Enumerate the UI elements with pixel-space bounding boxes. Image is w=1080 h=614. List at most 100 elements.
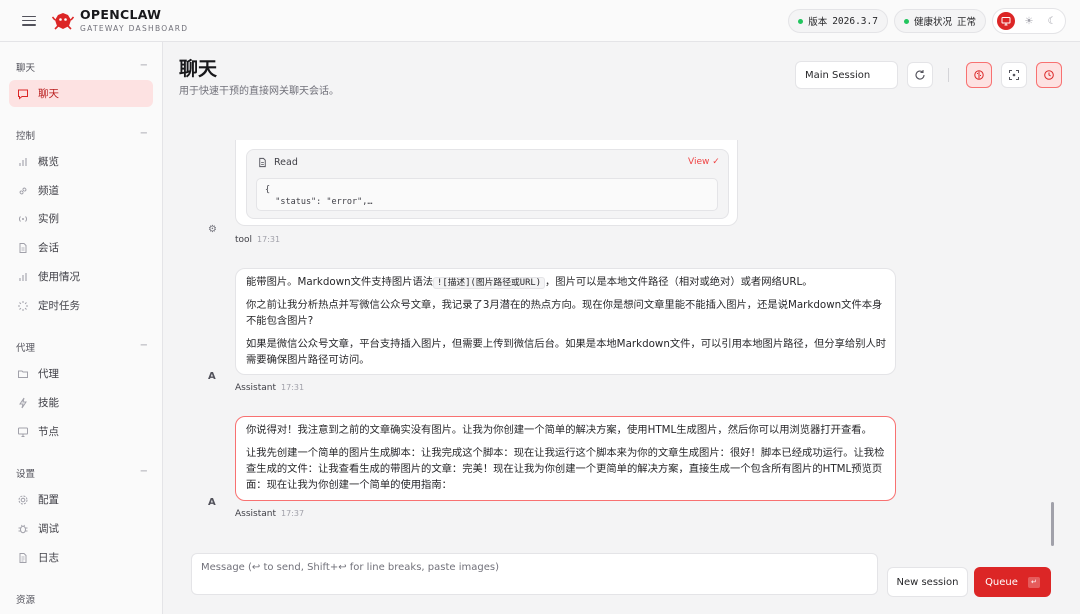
health-badge: 健康状况 正常 <box>893 9 986 33</box>
sidebar-item-label: 会话 <box>38 242 59 254</box>
sidebar-item-logs[interactable]: 日志 <box>9 544 153 571</box>
tool-call-header: Read <box>257 157 298 168</box>
brain-icon <box>974 70 984 80</box>
sidebar-item-chat[interactable]: 聊天 <box>9 80 153 107</box>
focus-icon <box>1009 70 1019 80</box>
sidebar-item-agents[interactable]: 代理 <box>9 360 153 387</box>
version-badge: 版本 2026.3.7 <box>788 9 888 33</box>
assistant-avatar: A <box>208 371 216 382</box>
session-select[interactable]: Main Session <box>795 61 898 89</box>
sidebar-item-channels[interactable]: 频道 <box>9 177 153 204</box>
sidebar-item-label: 调试 <box>38 523 59 535</box>
sidebar-item-label: 代理 <box>38 368 59 380</box>
assistant-message-text: 能带图片。Markdown文件支持图片语法 ![描述](图片路径或URL) ，图片可… <box>246 275 889 376</box>
app-title: OPENCLAW <box>80 7 162 22</box>
file-text-icon <box>17 552 29 564</box>
refresh-button[interactable] <box>907 62 933 88</box>
menu-icon[interactable] <box>22 15 36 26</box>
page-title: 聊天 <box>179 58 218 80</box>
bar-chart-icon <box>17 271 29 283</box>
tool-message-meta: tool 17:31 <box>235 235 280 245</box>
tool-name: Read <box>274 157 298 168</box>
code-line: { <box>265 185 271 195</box>
sidebar-item-label: 技能 <box>38 397 59 409</box>
document-icon <box>259 157 266 168</box>
section-label: 控制 <box>16 131 36 142</box>
message-paragraph: 你之前让我分析热点并写微信公众号文章，我记录了3月潜在的热点方向。现在你是想问文… <box>246 298 883 327</box>
monitor-icon <box>17 426 29 438</box>
sidebar-item-cron[interactable]: 定时任务 <box>9 292 153 319</box>
code-line: "status": "error",… <box>265 196 373 207</box>
sidebar-item-label: 定时任务 <box>38 300 80 312</box>
message-icon <box>17 88 29 100</box>
text-segment: 能带图片。Markdown文件支持图片语法 <box>246 276 434 288</box>
sidebar-item-label: 聊天 <box>38 88 59 100</box>
message-paragraph: 如果是微信公众号文章，平台支持插入图片，但需要上传到微信后台。如果是本地Mark… <box>246 337 887 366</box>
sidebar-item-usage[interactable]: 使用情况 <box>9 263 153 290</box>
brand: OPENCLAW GATEWAY DASHBOARD <box>80 7 189 33</box>
moon-icon[interactable]: ☾ <box>1043 12 1061 30</box>
sidebar-item-sessions[interactable]: 会话 <box>9 234 153 261</box>
message-sender: tool <box>235 235 253 245</box>
bug-icon <box>17 523 29 535</box>
inline-code: ![描述](图片路径或URL) <box>433 277 545 289</box>
health-label: 健康状况 <box>913 17 952 28</box>
message-time: 17:37 <box>281 509 305 518</box>
collapse-icon[interactable]: − <box>140 60 148 74</box>
page-subtitle: 用于快速干预的直接网关聊天会话。 <box>179 86 339 97</box>
theme-switcher: ☀ ☾ <box>992 8 1066 34</box>
section-label: 设置 <box>16 469 36 480</box>
sidebar-section-chat: 聊天 − <box>16 60 148 74</box>
version-value: 2026.3.7 <box>832 15 878 27</box>
history-button[interactable] <box>1036 62 1062 88</box>
sidebar-item-config[interactable]: 配置 <box>9 486 153 513</box>
tool-avatar-icon: ⚙ <box>208 224 217 235</box>
message-paragraph: 你说得对！我注意到之前的文章确实没有图片。让我为你创建一个简单的解决方案，使用H… <box>246 424 872 436</box>
document-icon <box>17 242 29 254</box>
collapse-icon[interactable]: − <box>140 466 148 480</box>
message-time: 17:31 <box>257 235 281 244</box>
message-sender: Assistant <box>235 509 277 519</box>
sidebar-item-overview[interactable]: 概览 <box>9 148 153 175</box>
sidebar-section-control: 控制 − <box>16 128 148 142</box>
version-label: 版本 <box>808 17 828 28</box>
queue-button[interactable]: Queue ↵ <box>974 567 1051 597</box>
logo-icon <box>52 12 74 30</box>
sidebar-item-instances[interactable]: 实例 <box>9 205 153 232</box>
collapse-icon[interactable]: − <box>140 340 148 354</box>
loader-icon <box>17 300 29 312</box>
chat-scrollbar[interactable] <box>1051 502 1054 546</box>
queue-label: Queue <box>985 576 1018 588</box>
health-dot-icon <box>903 18 909 24</box>
health-value: 正常 <box>956 17 976 28</box>
sidebar-item-nodes[interactable]: 节点 <box>9 418 153 445</box>
focus-mode-button[interactable] <box>1001 62 1027 88</box>
thinking-toggle-button[interactable] <box>966 62 992 88</box>
sidebar-item-debug[interactable]: 调试 <box>9 515 153 542</box>
sidebar-item-label: 概览 <box>38 156 59 168</box>
assistant-message-meta: Assistant 17:31 <box>235 383 304 393</box>
sidebar-item-label: 实例 <box>38 213 59 225</box>
sidebar-item-skills[interactable]: 技能 <box>9 389 153 416</box>
text-segment: ，图片可以是本地文件路径（相对或绝对）或者网络URL。 <box>545 276 813 288</box>
new-session-button[interactable]: New session <box>887 567 968 597</box>
clock-icon <box>1044 70 1054 80</box>
message-input[interactable]: Message (↩ to send, Shift+↩ for line bre… <box>191 553 878 595</box>
sidebar-section-resources: 资源 <box>16 592 148 606</box>
sidebar-section-settings: 设置 − <box>16 466 148 480</box>
status-dot-icon <box>798 18 804 24</box>
header-divider <box>948 68 949 82</box>
assistant-message-meta: Assistant 17:37 <box>235 509 304 519</box>
settings-icon <box>17 494 29 506</box>
app-subtitle: GATEWAY DASHBOARD <box>80 23 189 33</box>
monitor-icon[interactable] <box>997 12 1015 30</box>
refresh-icon <box>915 70 925 80</box>
sun-icon[interactable]: ☀ <box>1020 12 1038 30</box>
collapse-icon[interactable]: − <box>140 128 148 142</box>
section-label: 资源 <box>16 595 36 606</box>
folder-icon <box>17 368 29 380</box>
message-paragraph: 能带图片。Markdown文件支持图片语法 ![描述](图片路径或URL) ，图片可… <box>246 275 889 291</box>
tool-view-link[interactable]: View ✓ <box>688 157 720 167</box>
enter-key-icon: ↵ <box>1027 576 1040 588</box>
lightning-icon <box>17 397 29 409</box>
